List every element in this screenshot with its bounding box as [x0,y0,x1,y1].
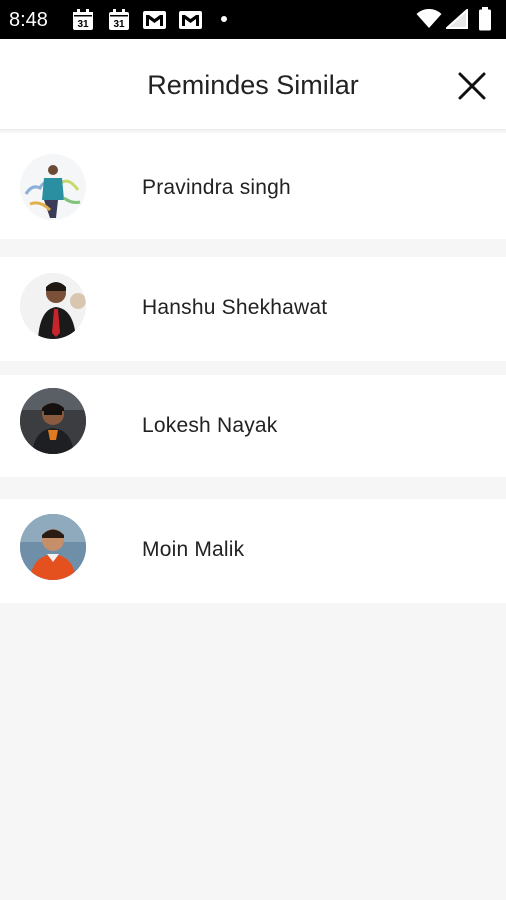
contact-name: Lokesh Nayak [142,414,278,437]
avatar-image [20,388,86,454]
avatar-image [20,273,86,339]
avatar-image [20,514,86,580]
calendar-day-1: 31 [77,19,89,30]
calendar-icon: 31 [109,9,129,30]
contact-name: Pravindra singh [142,176,291,199]
system-icons [416,0,506,39]
calendar-icon: 31 [73,9,93,30]
gmail-icon [179,11,202,29]
status-bar: 8:48 31 31 [0,0,506,39]
signal-icon [446,9,468,29]
calendar-day-2: 31 [113,19,125,30]
contact-name: Moin Malik [142,538,245,561]
close-button[interactable] [452,66,492,106]
wifi-icon [416,9,442,28]
list-item[interactable]: Pravindra singh [0,133,506,239]
battery-icon [479,7,491,31]
avatar [20,154,86,220]
avatar [20,514,86,580]
app-header: Remindes Similar [0,39,506,129]
contact-name: Hanshu Shekhawat [142,296,328,319]
list-item[interactable]: Hanshu Shekhawat [0,257,506,361]
list-item[interactable]: Lokesh Nayak [0,375,506,477]
avatar [20,273,86,339]
avatar-image [20,154,86,220]
avatar [20,388,86,454]
gmail-icon [143,11,166,29]
status-time: 8:48 [9,9,48,31]
list-item[interactable]: Moin Malik [0,499,506,603]
close-icon[interactable] [452,66,492,106]
page-title: Remindes Similar [147,70,359,100]
dot-icon [221,16,227,22]
